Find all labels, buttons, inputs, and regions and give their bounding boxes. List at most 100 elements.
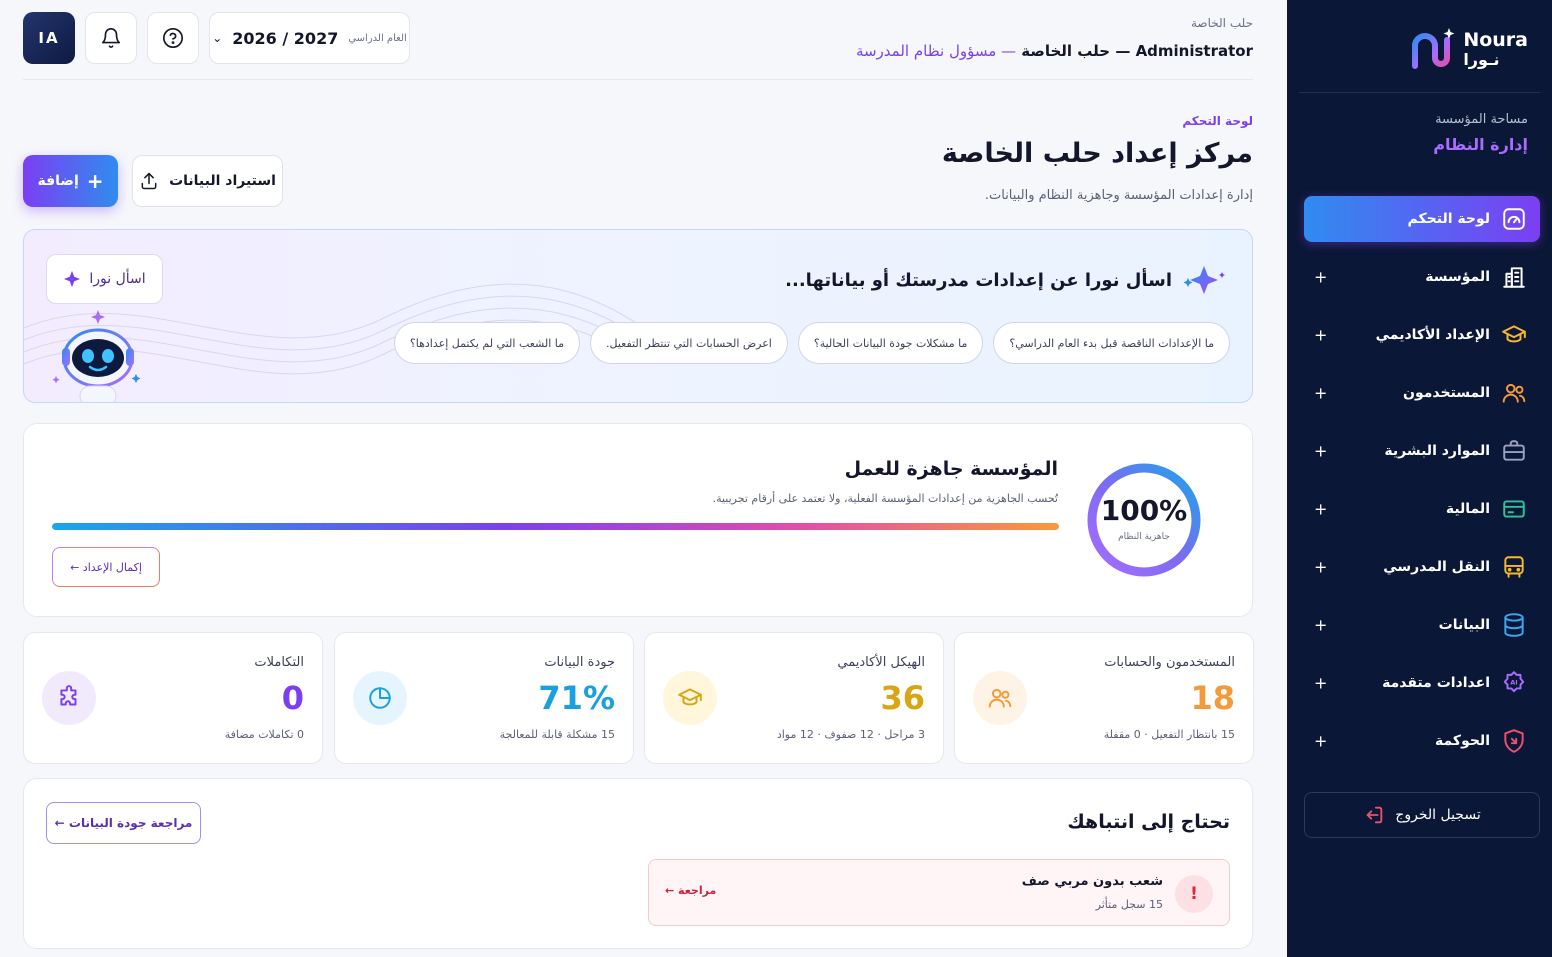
readiness-title: المؤسسة جاهزة للعمل xyxy=(844,458,1058,480)
review-data-quality-button[interactable]: مراجعة جودة البيانات ← xyxy=(46,802,201,844)
sidebar-nav: لوحة التحكم المؤسسة + الإعداد الأكاديمي + الم… xyxy=(1304,196,1540,776)
stat-card[interactable]: جودة البيانات 71% 15 مشكلة قابلة للمعالجة xyxy=(334,632,634,764)
brand-name-ar: نـورا xyxy=(1463,49,1500,69)
svg-text:AI: AI xyxy=(1510,679,1517,687)
sidebar-item-bus[interactable]: النقل المدرسي + xyxy=(1304,544,1540,590)
avatar[interactable]: IA xyxy=(23,12,75,64)
help-button[interactable] xyxy=(147,12,199,64)
page-subtitle: إدارة إعدادات المؤسسة وجاهزية النظام وال… xyxy=(984,188,1253,203)
page-title: مركز إعداد حلب الخاصة xyxy=(941,138,1253,169)
stat-note: 0 تكاملات مضافة xyxy=(224,728,304,741)
stat-title: جودة البيانات xyxy=(544,655,615,670)
complete-setup-button[interactable]: إكمال الإعداد ← xyxy=(52,547,160,587)
workspace-value: إدارة النظام xyxy=(1433,135,1528,154)
organization-small-label: حلب الخاصة xyxy=(1190,16,1253,30)
readiness-progress-fill xyxy=(52,523,1059,530)
building-icon xyxy=(1500,263,1528,291)
expand-plus-icon[interactable]: + xyxy=(1314,500,1327,519)
sidebar-item-shield[interactable]: الحوكمة + xyxy=(1304,718,1540,764)
expand-plus-icon[interactable]: + xyxy=(1314,442,1327,461)
sidebar-item-label: الحوكمة xyxy=(1435,733,1490,749)
import-data-button[interactable]: استيراد البيانات xyxy=(132,155,283,207)
stat-card[interactable]: التكاملات 0 0 تكاملات مضافة xyxy=(23,632,323,764)
sidebar-item-label: لوحة التحكم xyxy=(1407,211,1490,227)
chevron-down-icon: ⌄ xyxy=(212,31,223,45)
attention-card: تحتاج إلى انتباهك مراجعة جودة البيانات ←… xyxy=(23,778,1253,949)
dashboard-gauge-icon xyxy=(1500,205,1528,233)
graduation-cap-icon xyxy=(663,671,717,725)
sparkle-icon xyxy=(1183,266,1225,294)
sidebar-item-database[interactable]: البيانات + xyxy=(1304,602,1540,648)
brand-name-en: Noura xyxy=(1463,28,1528,51)
breadcrumb[interactable]: لوحة التحكم xyxy=(1182,114,1253,128)
ask-noura-button[interactable]: اسأل نورا xyxy=(46,254,163,304)
top-bar-divider xyxy=(23,79,1253,80)
users-icon xyxy=(1500,379,1528,407)
suggestion-chip[interactable]: ما الشعب التي لم يكتمل إعدادها؟ xyxy=(393,322,581,364)
stat-title: الهيكل الأكاديمي xyxy=(837,655,925,670)
readiness-percent: 100% xyxy=(1100,494,1188,527)
expand-plus-icon[interactable]: + xyxy=(1314,616,1327,635)
graduation-cap-icon xyxy=(1500,321,1528,349)
sidebar-item-graduation-cap[interactable]: الإعداد الأكاديمي + xyxy=(1304,312,1540,358)
main-content: IA العام الدراسي 2026 / 2027 ⌄ حلب الخاص… xyxy=(23,0,1254,957)
readiness-ring-label: جاهزية النظام xyxy=(1118,532,1170,542)
logout-button[interactable]: تسجيل الخروج xyxy=(1304,792,1540,838)
readiness-card: 100% جاهزية النظام المؤسسة جاهزة للعمل ت… xyxy=(23,423,1253,617)
ask-noura-button-label: اسأل نورا xyxy=(89,271,146,287)
attention-alert[interactable]: ! شعب بدون مربي صف 15 سجل متأثر مراجعة ← xyxy=(648,859,1230,926)
alert-review-link[interactable]: مراجعة ← xyxy=(665,884,716,897)
academic-year-select[interactable]: العام الدراسي 2026 / 2027 ⌄ xyxy=(209,12,410,64)
expand-plus-icon[interactable]: + xyxy=(1314,326,1327,345)
suggestion-chip[interactable]: ما مشكلات جودة البيانات الحالية؟ xyxy=(797,322,984,364)
workspace-switcher[interactable]: مساحة المؤسسة إدارة النظام xyxy=(1433,112,1528,154)
bell-icon xyxy=(101,28,121,48)
pie-chart-icon xyxy=(353,671,407,725)
readiness-subtitle: تُحسب الجاهزية من إعدادات المؤسسة الفعلي… xyxy=(712,492,1058,505)
suggestion-chip[interactable]: اعرض الحسابات التي تنتظر التفعيل. xyxy=(590,322,788,364)
organization-info: حلب الخاصة Administrator — حلب الخاصة — … xyxy=(856,16,1253,60)
sidebar-item-ai-badge[interactable]: AI اعدادات متقدمة + xyxy=(1304,660,1540,706)
robot-mascot-icon xyxy=(52,310,141,402)
academic-year-value: 2026 / 2027 xyxy=(232,28,339,48)
sidebar-item-label: الموارد البشرية xyxy=(1384,443,1490,459)
suggestion-chip[interactable]: ما الإعدادات الناقصة قبل بدء العام الدرا… xyxy=(993,322,1230,364)
expand-plus-icon[interactable]: + xyxy=(1314,732,1327,751)
stat-value: 0 xyxy=(281,679,304,717)
sidebar-item-label: اعدادات متقدمة xyxy=(1382,675,1490,691)
stat-card[interactable]: المستخدمون والحسابات 18 15 بانتظار التفعيل… xyxy=(954,632,1254,764)
bus-icon xyxy=(1500,553,1528,581)
puzzle-icon xyxy=(42,671,96,725)
organization-user-name: Administrator — حلب الخاصة xyxy=(1021,42,1253,60)
sidebar-item-briefcase[interactable]: الموارد البشرية + xyxy=(1304,428,1540,474)
sidebar-item-dashboard-gauge[interactable]: لوحة التحكم xyxy=(1304,196,1540,242)
sidebar-divider xyxy=(1299,92,1540,93)
brand-logo[interactable]: Noura نـورا xyxy=(1409,26,1528,72)
expand-plus-icon[interactable]: + xyxy=(1314,384,1327,403)
expand-plus-icon[interactable]: + xyxy=(1314,674,1327,693)
expand-plus-icon[interactable]: + xyxy=(1314,268,1327,287)
stat-value: 36 xyxy=(880,679,925,717)
sidebar-item-label: الإعداد الأكاديمي xyxy=(1375,327,1490,343)
ask-noura-title: اسأل نورا عن إعدادات مدرستك أو بياناتها.… xyxy=(785,264,1228,296)
alert-title: شعب بدون مربي صف xyxy=(1021,874,1163,889)
user-role: — مسؤول نظام المدرسة xyxy=(855,42,1017,60)
add-button-label: إضافة xyxy=(37,173,79,189)
stat-value: 18 xyxy=(1190,679,1235,717)
ask-noura-title-text: اسأل نورا عن إعدادات مدرستك أو بياناتها.… xyxy=(785,269,1172,291)
sidebar-item-building[interactable]: المؤسسة + xyxy=(1304,254,1540,300)
ask-noura-banner: اسأل نورا عن إعدادات مدرستك أو بياناتها.… xyxy=(23,229,1253,403)
notifications-button[interactable] xyxy=(85,12,137,64)
credit-card-icon xyxy=(1500,495,1528,523)
top-bar: IA العام الدراسي 2026 / 2027 ⌄ حلب الخاص… xyxy=(23,12,1253,68)
expand-plus-icon[interactable]: + xyxy=(1314,558,1327,577)
stat-note: 3 مراحل · 12 صفوف · 12 مواد xyxy=(776,728,925,741)
organization-user-line: Administrator — حلب الخاصة — مسؤول نظام … xyxy=(856,42,1253,60)
sidebar-item-credit-card[interactable]: المالية + xyxy=(1304,486,1540,532)
sidebar-item-users[interactable]: المستخدمون + xyxy=(1304,370,1540,416)
add-button[interactable]: + إضافة xyxy=(23,155,118,207)
help-icon xyxy=(163,28,183,48)
stat-card[interactable]: الهيكل الأكاديمي 36 3 مراحل · 12 صفوف · 12… xyxy=(644,632,944,764)
workspace-label: مساحة المؤسسة xyxy=(1435,112,1528,127)
users-icon xyxy=(973,671,1027,725)
